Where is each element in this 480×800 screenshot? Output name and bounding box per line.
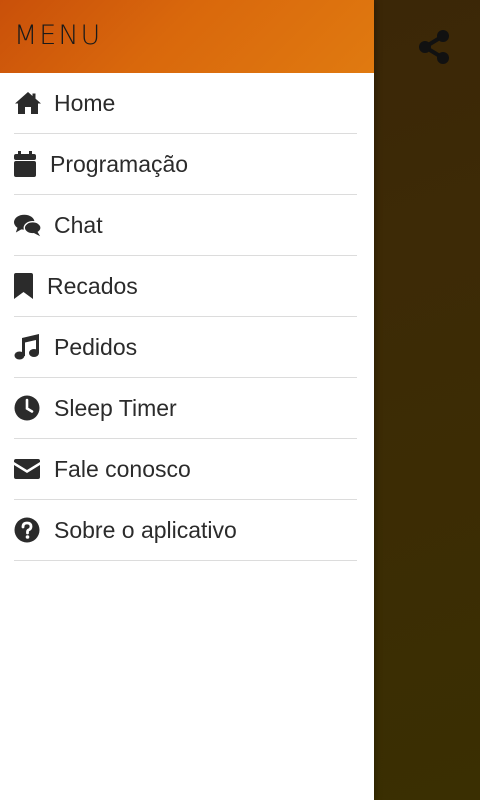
menu-list: Home Programação Chat Recados Pedidos Sl… [0,73,374,561]
menu-item-home[interactable]: Home [14,73,357,134]
menu-item-fale-conosco[interactable]: Fale conosco [14,439,357,500]
clock-icon [14,394,42,422]
menu-item-label: Programação [50,150,189,177]
music-note-icon [14,333,42,361]
question-circle-icon [14,516,42,544]
menu-item-label: Recados [47,272,138,299]
menu-item-label: Sobre o aplicativo [54,516,237,543]
menu-item-label: Fale conosco [54,455,191,482]
envelope-icon [14,455,42,483]
calendar-icon [14,150,38,178]
menu-item-label: Sleep Timer [54,394,177,421]
menu-item-recados[interactable]: Recados [14,256,357,317]
menu-item-programacao[interactable]: Programação [14,134,357,195]
share-button[interactable] [416,28,452,66]
share-icon [419,30,449,64]
menu-item-sleep-timer[interactable]: Sleep Timer [14,378,357,439]
menu-item-sobre[interactable]: Sobre o aplicativo [14,500,357,561]
bookmark-icon [14,272,35,300]
menu-item-label: Home [54,89,116,116]
navigation-drawer: MENU Home Programação Chat Recados Pedid… [0,0,374,800]
menu-item-chat[interactable]: Chat [14,195,357,256]
drawer-header: MENU [0,0,374,73]
drawer-title: MENU [14,19,103,51]
home-icon [14,89,42,117]
menu-item-label: Pedidos [54,333,138,360]
app-screen: MENU Home Programação Chat Recados Pedid… [0,0,480,800]
menu-item-label: Chat [54,211,103,238]
chat-icon [14,211,42,239]
menu-item-pedidos[interactable]: Pedidos [14,317,357,378]
content-overlay[interactable] [374,0,480,800]
